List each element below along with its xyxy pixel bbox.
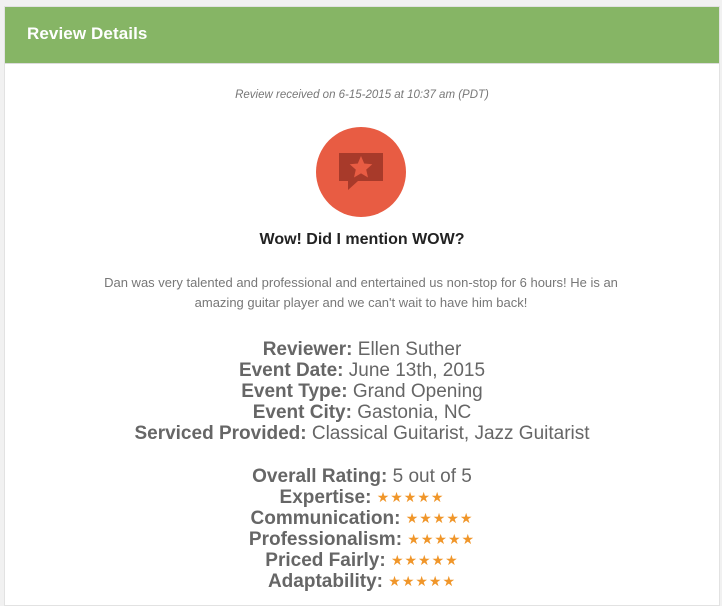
review-body: Dan was very talented and professional a… bbox=[104, 275, 618, 310]
detail-value: Gastonia, NC bbox=[357, 402, 472, 423]
detail-value: June 13th, 2015 bbox=[348, 360, 486, 381]
detail-label: Event Type: bbox=[241, 381, 348, 402]
detail-label: Reviewer: bbox=[262, 339, 353, 360]
rating-row-expertise: Expertise: ★★★★★ bbox=[5, 487, 719, 508]
rating-label: Priced Fairly: bbox=[265, 550, 386, 571]
overall-rating-value: 5 out of 5 bbox=[392, 466, 472, 487]
detail-label: Event Date: bbox=[238, 360, 344, 381]
star-rating-icon: ★★★★★ bbox=[407, 531, 476, 547]
review-title: Wow! Did I mention WOW? bbox=[259, 231, 465, 248]
detail-row-event-type: Event Type: Grand Opening bbox=[5, 381, 719, 402]
rating-row-communication: Communication: ★★★★★ bbox=[5, 508, 719, 529]
review-details-panel: Review Details Review received on 6-15-2… bbox=[4, 6, 720, 606]
rating-row-professionalism: Professionalism: ★★★★★ bbox=[5, 529, 719, 550]
review-badge bbox=[316, 127, 406, 217]
rating-row-adaptability: Adaptability: ★★★★★ bbox=[5, 571, 719, 592]
detail-row-services: Serviced Provided: Classical Guitarist, … bbox=[5, 423, 719, 444]
ratings-section: Overall Rating: 5 out of 5 Expertise: ★★… bbox=[5, 466, 719, 592]
panel-title: Review Details bbox=[27, 24, 148, 43]
star-speech-bubble-icon bbox=[339, 153, 383, 190]
star-rating-icon: ★★★★★ bbox=[376, 489, 445, 505]
rating-label: Professionalism: bbox=[248, 529, 403, 550]
detail-value: Classical Guitarist, Jazz Guitarist bbox=[311, 423, 590, 444]
detail-label: Serviced Provided: bbox=[134, 423, 307, 444]
star-rating-icon: ★★★★★ bbox=[390, 552, 459, 568]
received-timestamp: Review received on 6-15-2015 at 10:37 am… bbox=[235, 89, 489, 101]
rating-label: Expertise: bbox=[279, 487, 372, 508]
detail-value: Grand Opening bbox=[352, 381, 483, 402]
star-rating-icon: ★★★★★ bbox=[388, 573, 457, 589]
detail-row-reviewer: Reviewer: Ellen Suther bbox=[5, 339, 719, 360]
detail-value: Ellen Suther bbox=[357, 339, 462, 360]
star-rating-icon: ★★★★★ bbox=[405, 510, 474, 526]
overall-rating: Overall Rating: 5 out of 5 bbox=[5, 466, 719, 487]
detail-label: Event City: bbox=[252, 402, 352, 423]
panel-header: Review Details bbox=[5, 7, 719, 64]
event-details: Reviewer: Ellen Suther Event Date: June … bbox=[5, 339, 719, 444]
detail-row-event-date: Event Date: June 13th, 2015 bbox=[5, 360, 719, 381]
detail-row-event-city: Event City: Gastonia, NC bbox=[5, 402, 719, 423]
rating-label: Communication: bbox=[250, 508, 401, 529]
rating-label: Overall Rating: bbox=[252, 466, 388, 487]
rating-row-priced-fairly: Priced Fairly: ★★★★★ bbox=[5, 550, 719, 571]
rating-label: Adaptability: bbox=[267, 571, 383, 592]
